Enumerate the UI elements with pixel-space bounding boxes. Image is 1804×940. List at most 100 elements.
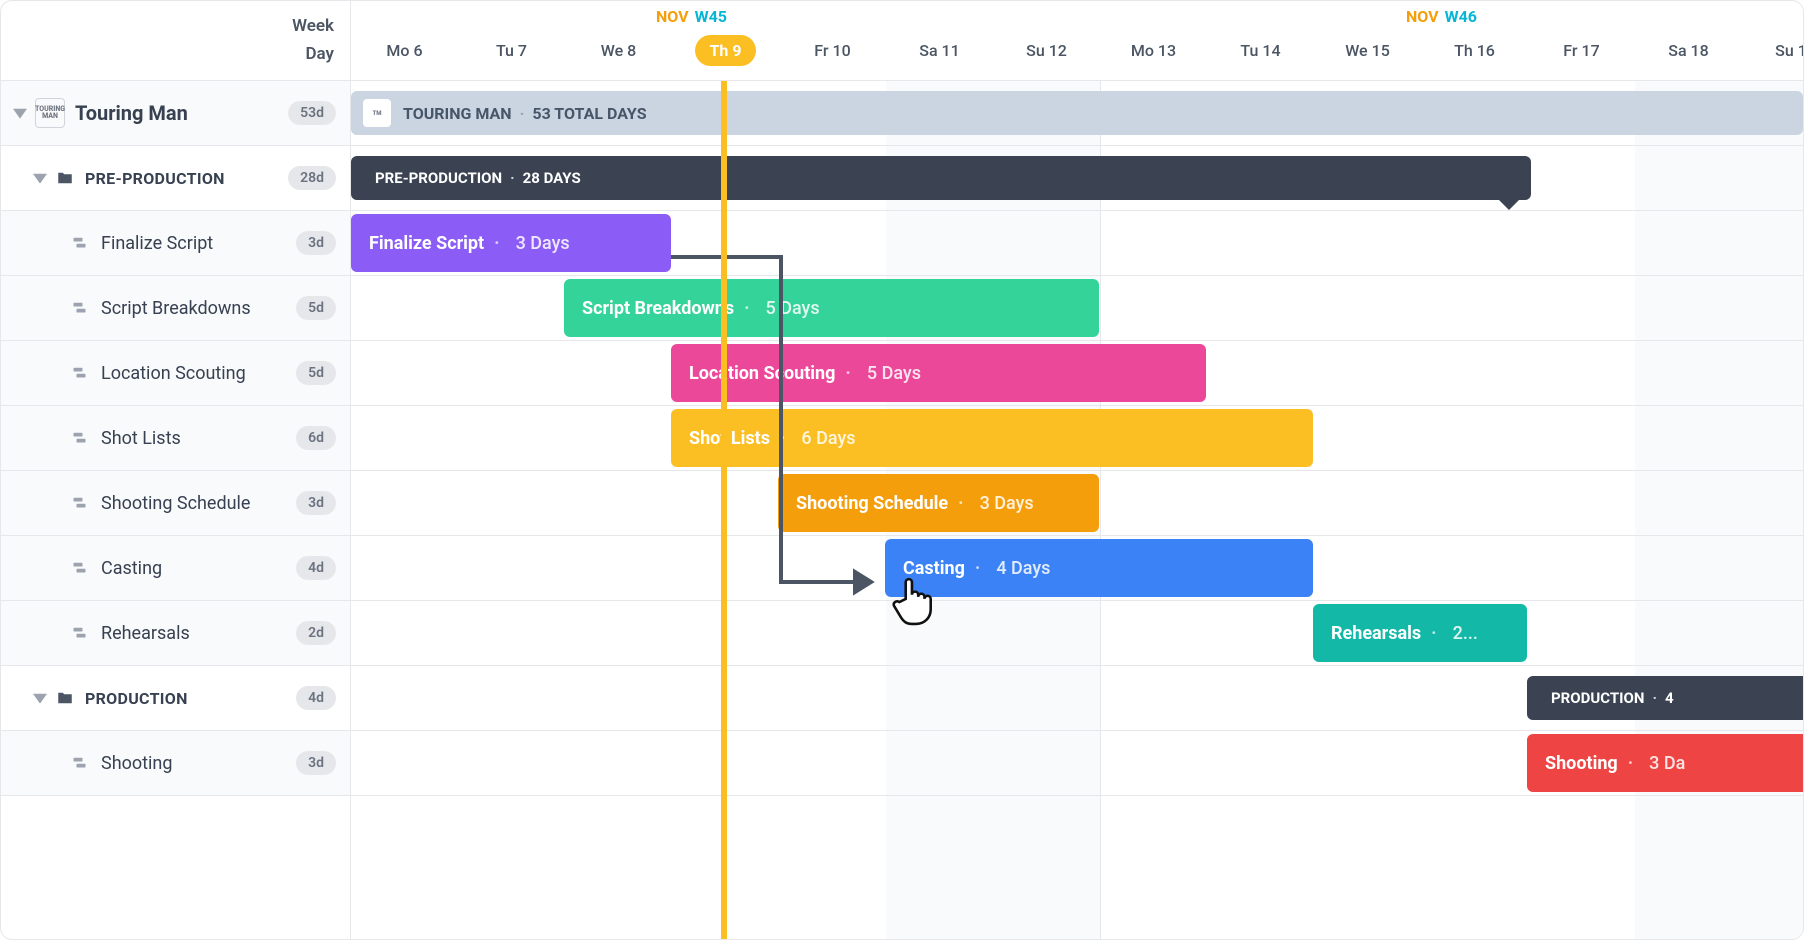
task-bar-name: Shooting	[1545, 753, 1618, 774]
sidebar-group-row[interactable]: PRODUCTION 4d	[1, 666, 350, 731]
project-summary-bar[interactable]: TM TOURING MAN · 53 TOTAL DAYS	[351, 91, 1803, 135]
group-summary-bar[interactable]: PRODUCTION · 4	[1527, 676, 1803, 720]
task-bar-duration: 2...	[1453, 623, 1478, 644]
group-bar-name: PRE-PRODUCTION	[375, 169, 502, 187]
day-column-header[interactable]: Mo 6	[351, 31, 458, 80]
project-logo: TOURING MAN	[35, 98, 65, 128]
day-column-header[interactable]: Tu 14	[1207, 31, 1314, 80]
task-bar-duration: 5 Days	[867, 363, 921, 384]
task-name: Shooting	[101, 753, 296, 774]
sidebar-task-row[interactable]: Script Breakdowns 5d	[1, 276, 350, 341]
group-name: PRODUCTION	[85, 689, 296, 708]
day-column-header[interactable]: We 15	[1314, 31, 1421, 80]
task-icon	[71, 233, 91, 253]
week-month: NOV	[656, 7, 689, 26]
gantt-group-row: PRODUCTION · 4	[351, 666, 1803, 731]
sidebar-task-row[interactable]: Rehearsals 2d	[1, 601, 350, 666]
task-bar[interactable]: Script Breakdowns·5 Days	[564, 279, 1099, 337]
task-icon	[71, 753, 91, 773]
scale-day-label: Day	[305, 41, 334, 68]
day-column-header[interactable]: Fr 17	[1528, 31, 1635, 80]
duration-badge: 3d	[296, 491, 336, 515]
gantt-task-row: Rehearsals·2...	[351, 601, 1803, 666]
duration-badge: 6d	[296, 426, 336, 450]
task-name: Shooting Schedule	[101, 493, 296, 514]
scale-week-label: Week	[292, 13, 334, 40]
gantt-task-row: Shooting·3 Da	[351, 731, 1803, 796]
day-label: Su 19	[1775, 41, 1804, 60]
task-bar[interactable]: Shot Lists·6 Days	[671, 409, 1313, 467]
chevron-down-icon[interactable]	[31, 169, 49, 187]
task-bar-duration: 3 Days	[980, 493, 1034, 514]
day-column-header[interactable]: Su 19	[1742, 31, 1804, 80]
week-month: NOV	[1406, 7, 1439, 26]
task-bar-duration: 4 Days	[996, 558, 1050, 579]
folder-icon	[55, 168, 75, 188]
week-label: NOVW45	[656, 7, 727, 26]
day-column-header[interactable]: Th 16	[1421, 31, 1528, 80]
task-bar-duration: 3 Da	[1649, 753, 1685, 774]
sidebar-project-row[interactable]: TOURING MAN Touring Man 53d	[1, 81, 350, 146]
day-column-header[interactable]: Mo 13	[1100, 31, 1207, 80]
duration-badge: 3d	[296, 231, 336, 255]
duration-badge: 53d	[288, 101, 336, 125]
task-bar-duration: 3 Days	[516, 233, 570, 254]
day-column-header[interactable]: Sa 18	[1635, 31, 1742, 80]
task-bar[interactable]: Casting·4 Days	[885, 539, 1313, 597]
task-bar[interactable]: Shooting·3 Da	[1527, 734, 1803, 792]
task-bar-name: Shot Lists	[689, 428, 770, 449]
chevron-down-icon[interactable]	[11, 104, 29, 122]
duration-badge: 5d	[296, 296, 336, 320]
task-bar[interactable]: Rehearsals·2...	[1313, 604, 1527, 662]
task-icon	[71, 428, 91, 448]
sidebar-task-row[interactable]: Shot Lists 6d	[1, 406, 350, 471]
gantt-task-row: Finalize Script·3 Days	[351, 211, 1803, 276]
duration-badge: 2d	[296, 621, 336, 645]
app: Week Day NOVW45NOVW46 Mo 6Tu 7We 8Th 9Fr…	[0, 0, 1804, 940]
sidebar-task-row[interactable]: Casting 4d	[1, 536, 350, 601]
task-bar[interactable]: Finalize Script·3 Days	[351, 214, 671, 272]
gantt-area[interactable]: TM TOURING MAN · 53 TOTAL DAYS PRE-PRODU…	[351, 81, 1803, 939]
day-column-header[interactable]: Fr 10	[779, 31, 886, 80]
sidebar-task-row[interactable]: Shooting 3d	[1, 731, 350, 796]
day-label: Tu 7	[496, 41, 527, 60]
header-scale-labels: Week Day	[1, 1, 351, 80]
header-date-columns: NOVW45NOVW46 Mo 6Tu 7We 8Th 9Fr 10Sa 11S…	[351, 1, 1803, 80]
task-name: Finalize Script	[101, 233, 296, 254]
gantt-task-row: Shot Lists·6 Days	[351, 406, 1803, 471]
group-summary-bar[interactable]: PRE-PRODUCTION · 28 DAYS	[351, 156, 1531, 200]
sidebar-task-row[interactable]: Shooting Schedule 3d	[1, 471, 350, 536]
sidebar-task-row[interactable]: Finalize Script 3d	[1, 211, 350, 276]
task-bar[interactable]: Location Scouting·5 Days	[671, 344, 1206, 402]
timeline-header: Week Day NOVW45NOVW46 Mo 6Tu 7We 8Th 9Fr…	[1, 1, 1803, 81]
group-name: PRE-PRODUCTION	[85, 169, 288, 188]
day-column-header[interactable]: Th 9	[672, 31, 779, 80]
sidebar-task-row[interactable]: Location Scouting 5d	[1, 341, 350, 406]
day-label: We 15	[1345, 41, 1390, 60]
day-label: We 8	[601, 41, 636, 60]
task-name: Script Breakdowns	[101, 298, 296, 319]
project-banner-total: 53 TOTAL DAYS	[532, 104, 646, 123]
duration-badge: 28d	[288, 166, 336, 190]
task-icon	[71, 558, 91, 578]
gantt-group-row: PRE-PRODUCTION · 28 DAYS	[351, 146, 1803, 211]
task-bar-duration: 5 Days	[766, 298, 820, 319]
day-column-header[interactable]: Su 12	[993, 31, 1100, 80]
group-bar-days: 4	[1665, 689, 1674, 707]
task-name: Shot Lists	[101, 428, 296, 449]
body: TOURING MAN Touring Man 53d PRE-PRODUCTI…	[1, 81, 1803, 939]
task-bar[interactable]: Shooting Schedule·3 Days	[778, 474, 1099, 532]
day-label: Th 16	[1454, 41, 1495, 60]
task-icon	[71, 623, 91, 643]
day-column-header[interactable]: Sa 11	[886, 31, 993, 80]
duration-badge: 4d	[296, 686, 336, 710]
task-icon	[71, 363, 91, 383]
week-label: NOVW46	[1406, 7, 1477, 26]
day-label: Sa 18	[1668, 41, 1708, 60]
day-column-header[interactable]: We 8	[565, 31, 672, 80]
sidebar-group-row[interactable]: PRE-PRODUCTION 28d	[1, 146, 350, 211]
chevron-down-icon[interactable]	[31, 689, 49, 707]
duration-badge: 5d	[296, 361, 336, 385]
day-column-header[interactable]: Tu 7	[458, 31, 565, 80]
day-label: Mo 6	[386, 41, 422, 60]
